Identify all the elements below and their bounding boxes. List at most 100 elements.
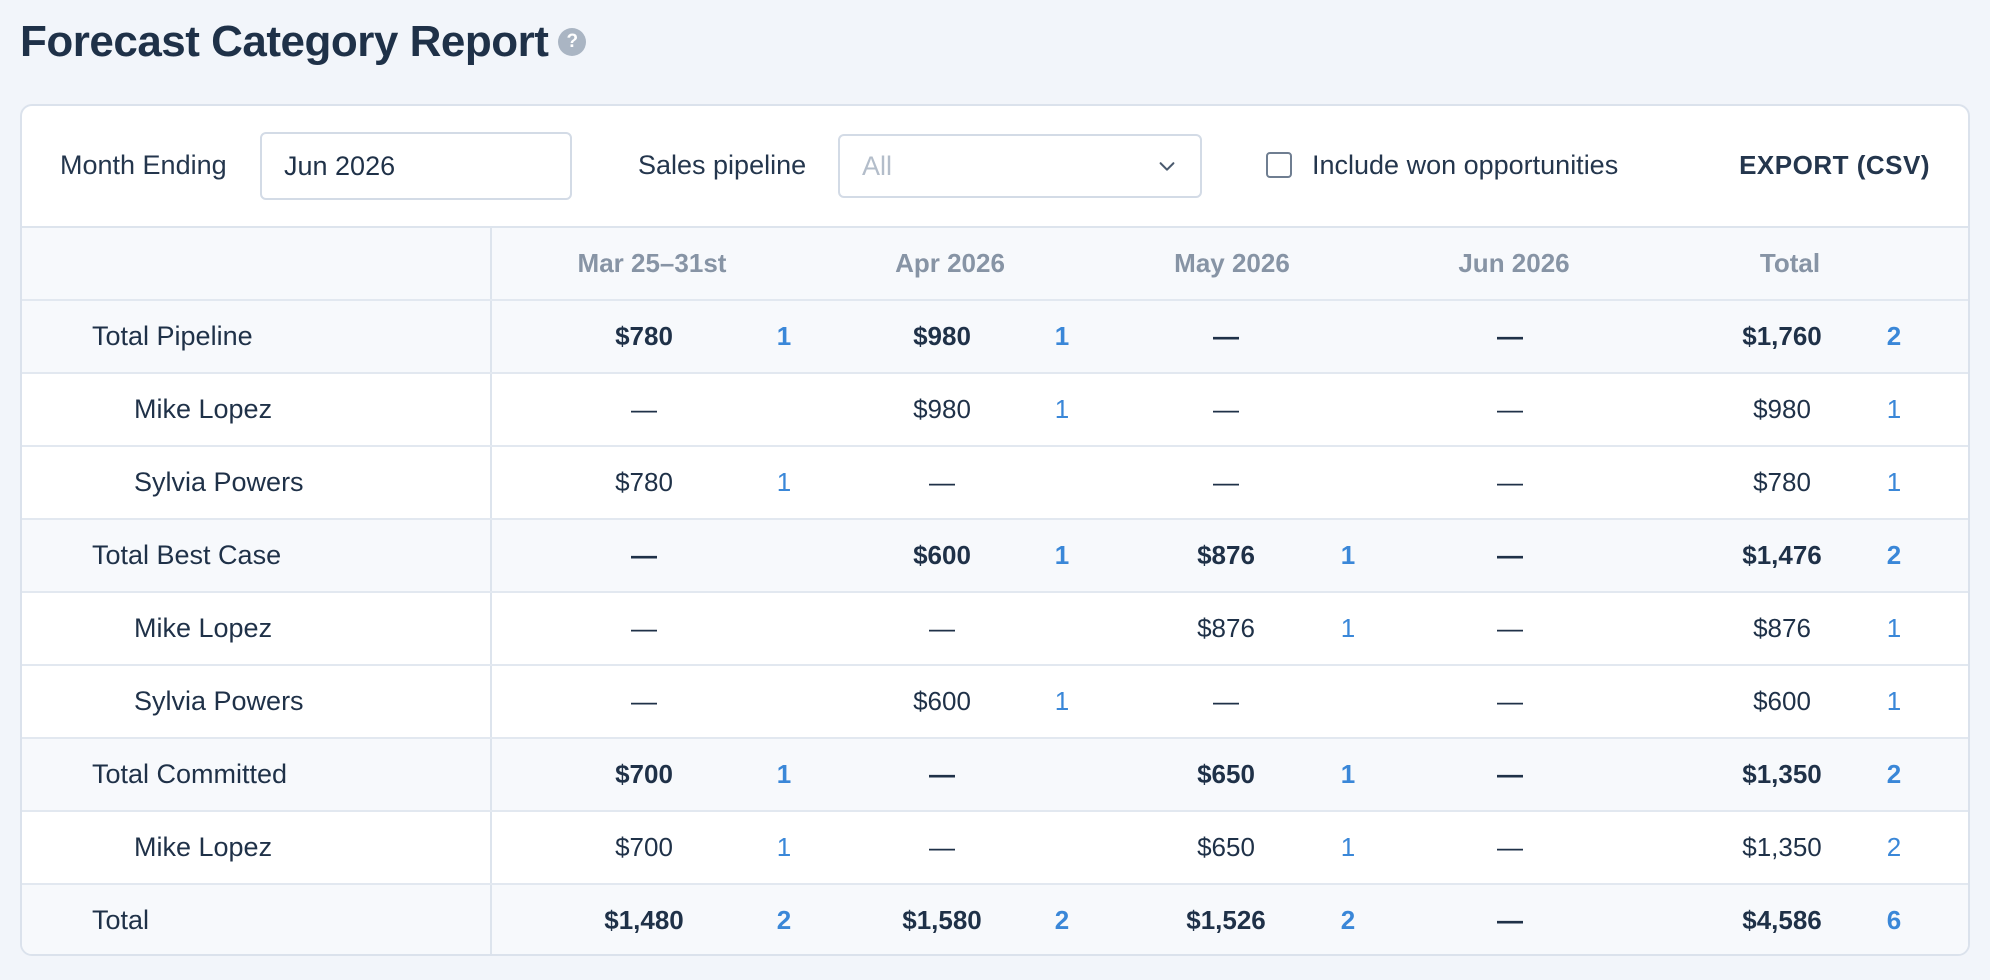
sales-pipeline-select[interactable]: All [838,134,1202,198]
amount-cell: $700 [615,832,673,862]
amount-cell: — [1497,321,1523,351]
row-label-cell: Sylvia Powers [22,666,492,737]
column-header: May 2026 [1174,248,1290,278]
amount-cell: $980 [1753,394,1811,424]
export-csv-button[interactable]: EXPORT (CSV) [1739,150,1930,181]
row-label-cell: Total [22,885,492,954]
forecast-table: Mar 25–31st Apr 2026 May 2026 Jun 2026 Total… [22,228,1968,954]
opportunity-count-link[interactable]: 1 [1055,301,1069,372]
row-label-cell: Mike Lopez [22,812,492,883]
amount-cell: $1,350 [1742,759,1822,789]
opportunity-count-link[interactable]: 1 [1055,666,1069,737]
amount-cell: $876 [1753,613,1811,643]
amount-cell: $980 [913,394,971,424]
opportunity-count-link[interactable]: 2 [1887,739,1901,810]
row-label: Sylvia Powers [134,467,304,497]
amount-cell: — [631,613,657,643]
amount-cell: — [631,540,657,570]
month-ending-input[interactable] [260,132,572,200]
opportunity-count-link[interactable]: 1 [1341,593,1355,664]
amount-cell: — [929,832,955,862]
opportunity-count-link[interactable]: 1 [1341,520,1355,591]
person-row: Mike Lopez $700 1 — $650 1 — $1,350 2 [22,812,1968,885]
row-label-cell: Total Pipeline [22,301,492,372]
sales-pipeline-label: Sales pipeline [638,150,807,180]
label-column-header [22,228,492,299]
amount-cell: $1,760 [1742,321,1822,351]
person-row: Mike Lopez — $980 1 — — $980 1 [22,374,1968,447]
opportunity-count-link[interactable]: 6 [1887,885,1901,954]
column-header: Apr 2026 [895,248,1005,278]
amount-cell: — [929,759,955,789]
opportunity-count-link[interactable]: 1 [1887,374,1901,445]
chevron-down-icon [1159,162,1175,171]
amount-cell: $650 [1197,759,1255,789]
page-title: Forecast Category Report [20,17,549,66]
opportunity-count-link[interactable]: 1 [777,739,791,810]
include-won-checkbox[interactable] [1266,152,1292,178]
row-label-cell: Mike Lopez [22,374,492,445]
amount-cell: — [1497,613,1523,643]
amount-cell: $1,480 [604,905,684,935]
opportunity-count-link[interactable]: 1 [777,812,791,883]
row-label: Mike Lopez [134,394,273,424]
amount-cell: $876 [1197,540,1255,570]
opportunity-count-link[interactable]: 1 [1341,739,1355,810]
amount-cell: $1,580 [902,905,982,935]
amount-cell: — [1497,394,1523,424]
opportunity-count-link[interactable]: 2 [777,885,791,954]
amount-cell: — [631,394,657,424]
opportunity-count-link[interactable]: 2 [1887,520,1901,591]
row-label: Total Best Case [92,540,282,570]
amount-cell: $700 [615,759,673,789]
amount-cell: — [1213,686,1239,716]
row-label: Total [92,905,150,935]
amount-cell: $1,350 [1742,832,1822,862]
amount-cell: $980 [913,321,971,351]
opportunity-count-link[interactable]: 1 [1887,447,1901,518]
row-label: Sylvia Powers [134,686,304,716]
amount-cell: $876 [1197,613,1255,643]
amount-cell: $650 [1197,832,1255,862]
amount-cell: — [929,467,955,497]
help-icon[interactable]: ? [558,28,587,56]
row-label-cell: Total Best Case [22,520,492,591]
row-label: Mike Lopez [134,832,273,862]
opportunity-count-link[interactable]: 1 [1887,593,1901,664]
amount-cell: — [929,613,955,643]
opportunity-count-link[interactable]: 2 [1055,885,1069,954]
opportunity-count-link[interactable]: 1 [777,447,791,518]
opportunity-count-link[interactable]: 2 [1887,812,1901,883]
row-label-cell: Total Committed [22,739,492,810]
grand-total-row: Total $1,480 2 $1,580 2 $1,526 2 — $4,586 6 [22,885,1968,954]
category-total-row: Total Best Case — $600 1 $876 1 — $1,476 2 [22,520,1968,593]
amount-cell: — [631,686,657,716]
row-label: Total Pipeline [92,321,253,351]
opportunity-count-link[interactable]: 1 [1887,666,1901,737]
opportunity-count-link[interactable]: 1 [777,301,791,372]
row-label-cell: Mike Lopez [22,593,492,664]
row-label: Mike Lopez [134,613,273,643]
amount-cell: $780 [615,467,673,497]
amount-cell: $600 [913,540,971,570]
person-row: Sylvia Powers $780 1 — — — $780 1 [22,447,1968,520]
opportunity-count-link[interactable]: 1 [1055,520,1069,591]
sales-pipeline-value: All [862,150,893,181]
amount-cell: $600 [913,686,971,716]
include-won-label[interactable]: Include won opportunities [1312,150,1618,181]
opportunity-count-link[interactable]: 2 [1341,885,1355,954]
amount-cell: $780 [1753,467,1811,497]
amount-cell: $4,586 [1742,905,1822,935]
column-header: Jun 2026 [1458,248,1570,278]
opportunity-count-link[interactable]: 2 [1887,301,1901,372]
amount-cell: — [1497,832,1523,862]
amount-cell: — [1497,686,1523,716]
amount-cell: — [1213,467,1239,497]
opportunity-count-link[interactable]: 1 [1055,374,1069,445]
amount-cell: — [1497,905,1523,935]
amount-cell: $600 [1753,686,1811,716]
category-total-row: Total Pipeline $780 1 $980 1 — — $1,760 2 [22,301,1968,374]
table-header-row: Mar 25–31st Apr 2026 May 2026 Jun 2026 Total [22,228,1968,301]
opportunity-count-link[interactable]: 1 [1341,812,1355,883]
column-header: Mar 25–31st [577,248,727,278]
